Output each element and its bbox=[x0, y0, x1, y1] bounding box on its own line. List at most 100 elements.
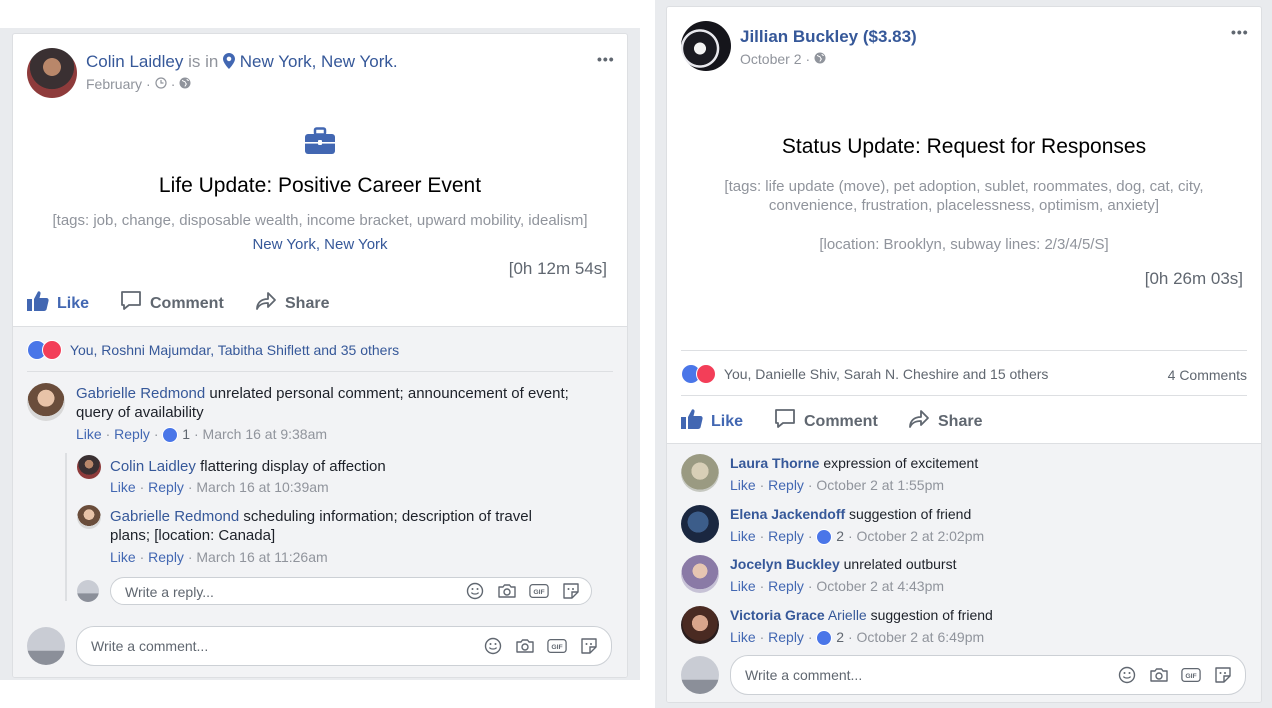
love-reaction-icon bbox=[42, 340, 62, 360]
comment-icon bbox=[774, 408, 796, 435]
laura-avatar[interactable] bbox=[681, 454, 719, 492]
comment-icon bbox=[120, 290, 142, 317]
is-in-text: is in bbox=[188, 52, 219, 71]
share-icon bbox=[908, 408, 930, 435]
left-comments-area: You, Roshni Majumdar, Tabitha Shiflett a… bbox=[13, 326, 627, 677]
commenter-name-rest[interactable]: Arielle bbox=[828, 607, 867, 623]
commenter-name[interactable]: Laura Thorne bbox=[730, 455, 819, 471]
commenter-name[interactable]: Elena Jackendoff bbox=[730, 506, 845, 522]
commenter-name[interactable]: Gabrielle Redmond bbox=[76, 385, 205, 402]
commenter-name[interactable]: Victoria Grace bbox=[730, 607, 825, 623]
post-date[interactable]: February bbox=[86, 76, 142, 92]
reactions-text[interactable]: You, Danielle Shiv, Sarah N. Cheshire an… bbox=[724, 366, 1049, 382]
jocelyn-avatar[interactable] bbox=[681, 555, 719, 593]
reply-time[interactable]: March 16 at 10:39am bbox=[196, 479, 328, 495]
more-icon[interactable]: ••• bbox=[1231, 24, 1249, 40]
gabrielle-reply-avatar[interactable] bbox=[77, 505, 101, 529]
comment-text: unrelated outburst bbox=[843, 556, 957, 572]
smiley-icon[interactable] bbox=[483, 636, 503, 656]
reply-reply-link[interactable]: Reply bbox=[148, 549, 184, 565]
comment-like-link[interactable]: Like bbox=[730, 578, 756, 594]
reply-gabrielle: Gabrielle Redmond scheduling information… bbox=[110, 507, 590, 545]
comment-like-link[interactable]: Like bbox=[76, 426, 102, 442]
my-comment-avatar bbox=[681, 656, 719, 694]
replier-name[interactable]: Gabrielle Redmond bbox=[110, 508, 239, 525]
author-name[interactable]: Jillian Buckley ($3.83) bbox=[740, 27, 917, 47]
comments-count[interactable]: 4 Comments bbox=[1168, 367, 1247, 383]
elena-avatar[interactable] bbox=[681, 505, 719, 543]
colin-reply-avatar[interactable] bbox=[77, 455, 101, 479]
sticker-icon[interactable] bbox=[561, 581, 581, 601]
reply-placeholder: Write a reply... bbox=[125, 584, 214, 600]
reply-text-line2: plans; [location: Canada] bbox=[110, 527, 276, 544]
meta-separator: · bbox=[170, 76, 176, 92]
more-icon[interactable]: ••• bbox=[597, 51, 615, 67]
post-duration: [0h 26m 03s] bbox=[1144, 269, 1243, 288]
reactions-text[interactable]: You, Roshni Majumdar, Tabitha Shiflett a… bbox=[70, 342, 399, 358]
reply-like-link[interactable]: Like bbox=[110, 479, 136, 495]
comment-text: unrelated personal comment; announcement… bbox=[209, 385, 569, 402]
reply-input[interactable]: Write a reply... GIF bbox=[110, 577, 592, 605]
sticker-icon[interactable] bbox=[1213, 665, 1233, 685]
location-pin-icon bbox=[223, 53, 236, 74]
right-comments-area: Laura Thorne expression of excitement Li… bbox=[667, 443, 1261, 702]
comment-reply-link[interactable]: Reply bbox=[114, 426, 150, 442]
gif-icon[interactable]: GIF bbox=[1181, 665, 1201, 685]
replier-name[interactable]: Colin Laidley bbox=[110, 458, 196, 475]
comment-like-link[interactable]: Like bbox=[730, 629, 756, 645]
reactions-row[interactable]: You, Roshni Majumdar, Tabitha Shiflett a… bbox=[27, 340, 399, 360]
comment-reply-link[interactable]: Reply bbox=[768, 528, 804, 544]
share-button[interactable]: Share bbox=[908, 408, 982, 435]
like-button[interactable]: Like bbox=[27, 290, 89, 317]
gabrielle-avatar[interactable] bbox=[27, 383, 65, 421]
reply-time[interactable]: March 16 at 11:26am bbox=[196, 549, 327, 565]
camera-icon[interactable] bbox=[515, 636, 535, 656]
comment-reply-link[interactable]: Reply bbox=[768, 477, 804, 493]
author-name[interactable]: Colin Laidley bbox=[86, 52, 183, 71]
camera-icon[interactable] bbox=[1149, 665, 1169, 685]
camera-icon[interactable] bbox=[497, 581, 517, 601]
reply-reply-link[interactable]: Reply bbox=[148, 479, 184, 495]
gif-icon[interactable]: GIF bbox=[547, 636, 567, 656]
gif-icon[interactable]: GIF bbox=[529, 581, 549, 601]
clock-icon bbox=[155, 76, 167, 92]
comment-like-link[interactable]: Like bbox=[730, 528, 756, 544]
share-button[interactable]: Share bbox=[255, 290, 329, 317]
victoria-avatar[interactable] bbox=[681, 606, 719, 644]
comment-text: suggestion of friend bbox=[849, 506, 972, 522]
smiley-icon[interactable] bbox=[1117, 665, 1137, 685]
reactions-row[interactable]: You, Danielle Shiv, Sarah N. Cheshire an… bbox=[681, 364, 1048, 384]
comment-button[interactable]: Comment bbox=[774, 408, 878, 435]
comment-input[interactable]: Write a comment... GIF bbox=[76, 626, 612, 666]
post-duration: [0h 12m 54s] bbox=[508, 259, 607, 278]
comment-time[interactable]: October 2 at 4:43pm bbox=[816, 578, 944, 594]
like-label: Like bbox=[57, 294, 90, 312]
comment-time[interactable]: March 16 at 9:38am bbox=[203, 426, 328, 442]
location-link[interactable]: New York, New York. bbox=[240, 52, 398, 71]
post-date[interactable]: October 2 bbox=[740, 51, 801, 67]
colin-avatar[interactable] bbox=[27, 48, 77, 98]
smiley-icon[interactable] bbox=[465, 581, 485, 601]
divider bbox=[681, 350, 1247, 351]
comment-like-link[interactable]: Like bbox=[730, 477, 756, 493]
comment-input[interactable]: Write a comment... GIF bbox=[730, 655, 1246, 695]
place-link[interactable]: New York, New York bbox=[13, 236, 627, 253]
comment-reply-link[interactable]: Reply bbox=[768, 629, 804, 645]
comment-time[interactable]: October 2 at 1:55pm bbox=[816, 477, 944, 493]
comment-meta: Like · Reply · 2 · October 2 at 2:02pm bbox=[730, 528, 985, 546]
comment-button[interactable]: Comment bbox=[120, 290, 224, 317]
reply-like-link[interactable]: Like bbox=[110, 549, 136, 565]
sticker-icon[interactable] bbox=[579, 636, 599, 656]
commenter-name[interactable]: Jocelyn Buckley bbox=[730, 556, 840, 572]
comment-text-line2: query of availability bbox=[76, 404, 204, 421]
comment-time[interactable]: October 2 at 2:02pm bbox=[857, 528, 985, 544]
meta-separator: · bbox=[146, 76, 151, 92]
thumb-up-icon bbox=[27, 290, 49, 317]
comment-time[interactable]: October 2 at 6:49pm bbox=[857, 629, 985, 645]
svg-text:GIF: GIF bbox=[1185, 673, 1196, 680]
globe-icon bbox=[814, 51, 826, 67]
jillian-avatar[interactable] bbox=[681, 21, 731, 71]
like-count: 1 bbox=[182, 426, 191, 442]
like-button[interactable]: Like bbox=[681, 408, 743, 435]
comment-reply-link[interactable]: Reply bbox=[768, 578, 804, 594]
